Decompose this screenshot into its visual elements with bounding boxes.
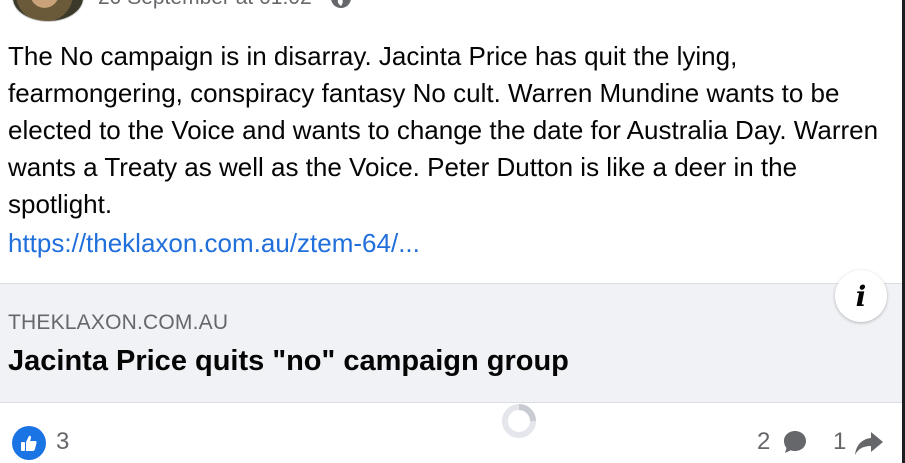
info-button[interactable]: i: [835, 270, 887, 322]
comment-icon[interactable]: [781, 428, 809, 456]
link-preview-card[interactable]: i THEKLAXON.COM.AU Jacinta Price quits "…: [0, 270, 902, 403]
info-icon: i: [855, 279, 867, 313]
preview-headline[interactable]: Jacinta Price quits "no" campaign group: [8, 345, 569, 378]
like-count[interactable]: 3: [56, 428, 69, 456]
post-footer: 3 2 1: [0, 402, 902, 463]
post-link[interactable]: https://theklaxon.com.au/ztem-64/...: [8, 225, 420, 262]
avatar[interactable]: [12, 0, 84, 22]
like-icon[interactable]: [12, 426, 46, 460]
share-count[interactable]: 1: [833, 428, 846, 456]
comment-count[interactable]: 2: [757, 428, 770, 456]
post-meta: 20 September at 01:02 ·: [98, 0, 352, 10]
post-body: The No campaign is in disarray. Jacinta …: [8, 38, 888, 223]
preview-domain: THEKLAXON.COM.AU: [8, 311, 229, 334]
post-text: The No campaign is in disarray. Jacinta …: [8, 41, 879, 219]
globe-icon: [331, 0, 352, 8]
thumbs-up-icon: [21, 435, 37, 451]
loading-spinner-icon: [502, 404, 536, 438]
post-timestamp[interactable]: 20 September at 01:02 ·: [98, 0, 324, 10]
share-icon[interactable]: [853, 428, 885, 458]
